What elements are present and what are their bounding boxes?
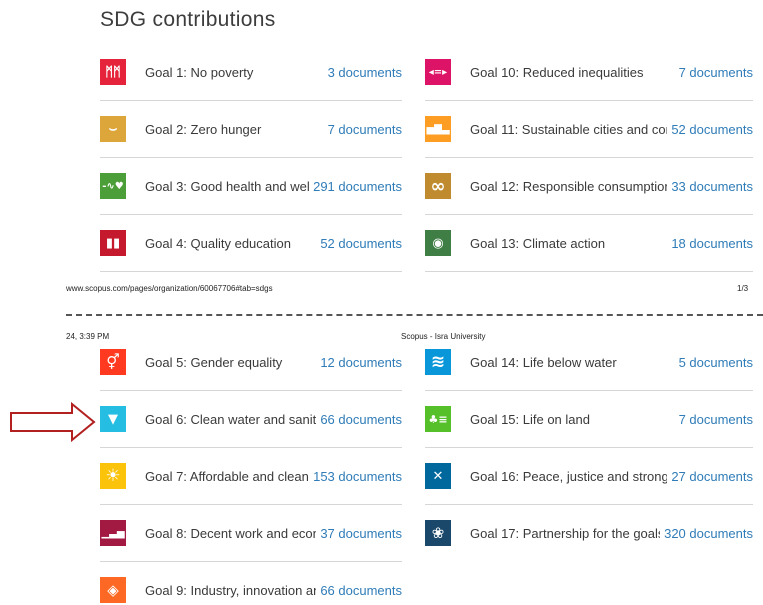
quality-education-icon: ▮▮ xyxy=(100,230,126,256)
peace-justice-icon: ✕ xyxy=(425,463,451,489)
goal-16-documents-link[interactable]: 27 documents xyxy=(667,469,753,484)
goal-1-documents-link[interactable]: 3 documents xyxy=(324,65,402,80)
goal-6-documents-link[interactable]: 66 documents xyxy=(316,412,402,427)
goal-8-documents-link[interactable]: 37 documents xyxy=(316,526,402,541)
goal-label: Goal 11: Sustainable cities and communit… xyxy=(470,121,667,137)
goal-1-row: ᛗᛗ Goal 1: No poverty 3 documents xyxy=(100,57,402,87)
goal-17-row: ❀ Goal 17: Partnership for the goals 320… xyxy=(425,518,753,548)
goal-14-row: ≋ Goal 14: Life below water 5 documents xyxy=(425,347,753,377)
divider xyxy=(425,157,753,158)
goal-label: Goal 14: Life below water xyxy=(470,354,617,370)
goal-7-documents-link[interactable]: 153 documents xyxy=(309,469,402,484)
goal-label: Goal 15: Life on land xyxy=(470,411,590,427)
divider xyxy=(425,100,753,101)
section-title: SDG contributions xyxy=(100,8,276,31)
goal-9-row: ◈ Goal 9: Industry, innovation and infra… xyxy=(100,575,402,605)
goal-3-documents-link[interactable]: 291 documents xyxy=(309,179,402,194)
goal-13-documents-link[interactable]: 18 documents xyxy=(667,236,753,251)
divider xyxy=(100,271,402,272)
goal-14-documents-link[interactable]: 5 documents xyxy=(675,355,753,370)
partnership-icon: ❀ xyxy=(425,520,451,546)
annotation-arrow-icon xyxy=(10,402,96,442)
gender-equality-icon: ⚥ xyxy=(100,349,126,375)
goal-label: Goal 3: Good health and well-being xyxy=(145,178,310,194)
goal-10-documents-link[interactable]: 7 documents xyxy=(675,65,753,80)
goal-16-row: ✕ Goal 16: Peace, justice and strong ins… xyxy=(425,461,753,491)
goal-17-documents-link[interactable]: 320 documents xyxy=(660,526,753,541)
goal-label: Goal 13: Climate action xyxy=(470,235,606,251)
divider xyxy=(425,447,753,448)
divider xyxy=(100,214,402,215)
goal-13-row: ◉ Goal 13: Climate action 18 documents xyxy=(425,228,753,258)
goal-15-documents-link[interactable]: 7 documents xyxy=(675,412,753,427)
goal-label: Goal 5: Gender equality xyxy=(145,354,283,370)
decent-work-icon: ▁▃▅ xyxy=(100,520,126,546)
industry-icon: ◈ xyxy=(100,577,126,603)
goal-9-documents-link[interactable]: 66 documents xyxy=(316,583,402,598)
goal-12-row: ∞ Goal 12: Responsible consumption and p… xyxy=(425,171,753,201)
goal-label: Goal 2: Zero hunger xyxy=(145,121,262,137)
print-footer-page-number: 1/3 xyxy=(737,284,749,293)
goal-label: Goal 4: Quality education xyxy=(145,235,291,251)
divider xyxy=(100,100,402,101)
divider xyxy=(100,561,402,562)
divider xyxy=(100,157,402,158)
no-poverty-icon: ᛗᛗ xyxy=(100,59,126,85)
goal-10-row: ◂=▸ Goal 10: Reduced inequalities 7 docu… xyxy=(425,57,753,87)
goal-label: Goal 16: Peace, justice and strong insti… xyxy=(470,468,668,484)
goal-3-row: -∿♥ Goal 3: Good health and well-being 2… xyxy=(100,171,402,201)
goal-8-row: ▁▃▅ Goal 8: Decent work and economic gro… xyxy=(100,518,402,548)
goal-label: Goal 17: Partnership for the goals xyxy=(470,525,661,541)
zero-hunger-icon: ⌣ xyxy=(100,116,126,142)
clean-energy-icon: ☀ xyxy=(100,463,126,489)
responsible-consumption-icon: ∞ xyxy=(425,173,451,199)
goal-11-row: ▅▇▃ Goal 11: Sustainable cities and comm… xyxy=(425,114,753,144)
divider xyxy=(100,447,402,448)
good-health-icon: -∿♥ xyxy=(100,173,126,199)
goal-label: Goal 6: Clean water and sanitation xyxy=(145,411,317,427)
goal-5-row: ⚥ Goal 5: Gender equality 12 documents xyxy=(100,347,402,377)
goal-12-documents-link[interactable]: 33 documents xyxy=(667,179,753,194)
print-header-time: 24, 3:39 PM xyxy=(66,332,110,341)
goal-5-documents-link[interactable]: 12 documents xyxy=(316,355,402,370)
divider xyxy=(425,504,753,505)
goal-label: Goal 1: No poverty xyxy=(145,64,254,80)
sustainable-cities-icon: ▅▇▃ xyxy=(425,116,451,142)
page-break-line xyxy=(66,314,763,316)
goal-label: Goal 9: Industry, innovation and infrast… xyxy=(145,582,316,598)
goal-11-documents-link[interactable]: 52 documents xyxy=(667,122,753,137)
climate-action-icon: ◉ xyxy=(425,230,451,256)
life-below-water-icon: ≋ xyxy=(425,349,451,375)
divider xyxy=(100,504,402,505)
goal-label: Goal 12: Responsible consumption and pro… xyxy=(470,178,668,194)
goal-6-row: ▼ Goal 6: Clean water and sanitation 66 … xyxy=(100,404,402,434)
reduced-inequalities-icon: ◂=▸ xyxy=(425,59,451,85)
divider xyxy=(425,390,753,391)
goal-4-documents-link[interactable]: 52 documents xyxy=(316,236,402,251)
life-on-land-icon: ♣≡ xyxy=(425,406,451,432)
goal-7-row: ☀ Goal 7: Affordable and clean energy 15… xyxy=(100,461,402,491)
goal-15-row: ♣≡ Goal 15: Life on land 7 documents xyxy=(425,404,753,434)
goal-label: Goal 7: Affordable and clean energy xyxy=(145,468,309,484)
goal-label: Goal 10: Reduced inequalities xyxy=(470,64,644,80)
clean-water-icon: ▼ xyxy=(100,406,126,432)
goal-4-row: ▮▮ Goal 4: Quality education 52 document… xyxy=(100,228,402,258)
print-header-site: Scopus - Isra University xyxy=(401,332,486,341)
goal-2-row: ⌣ Goal 2: Zero hunger 7 documents xyxy=(100,114,402,144)
goal-label: Goal 8: Decent work and economic growth xyxy=(145,525,317,541)
divider xyxy=(100,390,402,391)
divider xyxy=(425,271,753,272)
goal-2-documents-link[interactable]: 7 documents xyxy=(324,122,402,137)
print-footer-url: www.scopus.com/pages/organization/600677… xyxy=(66,284,273,293)
divider xyxy=(425,214,753,215)
